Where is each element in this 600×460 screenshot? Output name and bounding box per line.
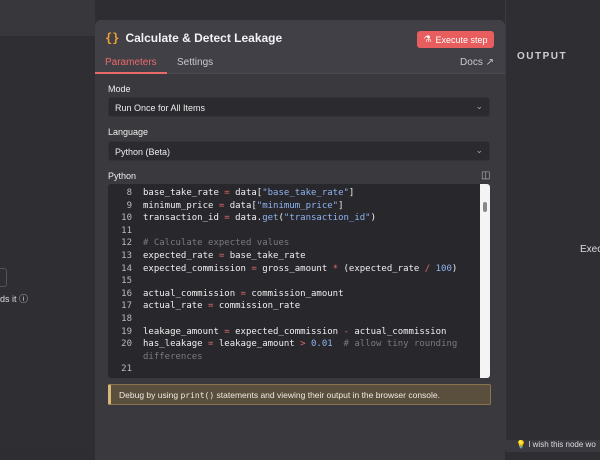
- code-line[interactable]: actual_commission = commission_amount: [143, 289, 344, 299]
- left-header: [0, 0, 95, 36]
- chevron-down-icon: ⌄: [475, 145, 483, 155]
- modal-header: {} Calculate & Detect Leakage ⚗ Execute st…: [95, 20, 505, 74]
- execute-label: Execute step: [435, 34, 488, 45]
- language-select[interactable]: Python (Beta) ⌄: [108, 141, 490, 161]
- flask-icon: ⚗: [423, 34, 432, 44]
- code-line[interactable]: actual_rate = commission_rate: [143, 301, 300, 311]
- code-line[interactable]: differences: [143, 352, 203, 362]
- tab-parameters[interactable]: Parameters: [95, 57, 167, 74]
- line-number: 20: [121, 339, 132, 350]
- line-number: 16: [121, 288, 132, 299]
- execute-hint: Exec: [580, 244, 600, 255]
- info-text-end: statements and viewing their output in t…: [214, 390, 441, 400]
- line-number: 10: [121, 213, 132, 224]
- scrollbar[interactable]: [480, 184, 490, 378]
- line-number: 19: [121, 326, 132, 337]
- scrollbar-thumb[interactable]: [483, 202, 487, 212]
- line-number: 21: [121, 364, 132, 375]
- code-line[interactable]: # Calculate expected values: [143, 238, 289, 248]
- line-number: 14: [121, 263, 132, 274]
- docs-link[interactable]: Docs ↗: [460, 57, 494, 68]
- code-label: Python: [108, 171, 137, 181]
- chevron-down-icon: ⌄: [475, 101, 483, 111]
- mode-select[interactable]: Run Once for All Items ⌄: [108, 97, 490, 117]
- debug-info-banner: Debug by using print() statements and vi…: [108, 384, 491, 405]
- line-number: 15: [121, 276, 132, 287]
- output-title: OUTPUT: [517, 51, 568, 62]
- line-number: 8: [126, 188, 132, 198]
- mode-label: Mode: [108, 84, 131, 94]
- docs-label: Docs: [460, 57, 483, 68]
- execute-step-button[interactable]: ⚗ Execute step: [417, 31, 494, 48]
- code-line[interactable]: base_take_rate = data["base_take_rate"]: [143, 188, 354, 198]
- mode-value: Run Once for All Items: [115, 103, 206, 113]
- help-icon[interactable]: ⓘ: [19, 294, 28, 304]
- line-number: 12: [121, 238, 132, 249]
- left-panel: ds it ⓘ: [0, 0, 95, 450]
- language-value: Python (Beta): [115, 147, 171, 157]
- code-line[interactable]: transaction_id = data.get("transaction_i…: [143, 213, 376, 223]
- code-editor[interactable]: 8 base_take_rate = data["base_take_rate"]…: [108, 184, 490, 378]
- hint-text: ds it: [0, 294, 17, 304]
- code-line[interactable]: has_leakage = leakage_amount > 0.01 # al…: [143, 339, 457, 349]
- node-title: Calculate & Detect Leakage: [125, 31, 283, 45]
- feedback-text: I wish this node wo: [528, 440, 596, 449]
- feedback-link[interactable]: 💡 I wish this node wo: [506, 440, 600, 452]
- language-label: Language: [108, 127, 149, 137]
- line-number: 11: [121, 225, 132, 236]
- info-code: print(): [180, 391, 215, 400]
- code-line[interactable]: expected_rate = base_take_rate: [143, 251, 306, 261]
- tabs: Parameters Settings Docs ↗: [95, 54, 505, 74]
- line-number: 18: [121, 314, 132, 324]
- code-line[interactable]: leakage_amount = expected_commission - a…: [143, 327, 446, 337]
- code-line[interactable]: expected_commission = gross_amount * (ex…: [143, 264, 457, 274]
- output-panel: OUTPUT Exec 💡 I wish this node wo: [505, 0, 600, 452]
- expand-editor-icon[interactable]: ◫: [481, 170, 490, 181]
- node-modal: {} Calculate & Detect Leakage ⚗ Execute st…: [95, 20, 505, 460]
- tab-settings[interactable]: Settings: [177, 57, 213, 68]
- input-field[interactable]: [0, 268, 7, 287]
- code-braces-icon: {}: [105, 31, 120, 45]
- line-number: 13: [121, 251, 132, 261]
- line-number: 17: [121, 301, 132, 312]
- info-text: Debug by using: [119, 390, 181, 400]
- external-link-icon: ↗: [485, 57, 494, 68]
- line-number: 9: [126, 200, 132, 211]
- code-line[interactable]: minimum_price = data["minimum_price"]: [143, 201, 344, 211]
